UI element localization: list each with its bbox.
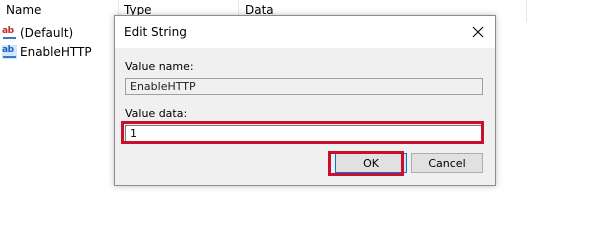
list-item-label: (Default): [20, 26, 74, 40]
dialog-title: Edit String: [124, 25, 187, 39]
close-icon: [472, 26, 484, 38]
close-button[interactable]: [461, 16, 495, 48]
edit-string-dialog: Edit String Value name: EnableHTTP Value…: [114, 15, 496, 186]
string-value-icon: ab: [2, 26, 17, 40]
string-value-icon: ab: [2, 45, 17, 59]
value-name-label: Value name:: [125, 60, 194, 73]
ok-button[interactable]: OK: [335, 153, 407, 173]
list-item-default[interactable]: ab (Default): [2, 24, 73, 42]
list-item-label: EnableHTTP: [20, 45, 92, 59]
dialog-titlebar[interactable]: Edit String: [115, 16, 495, 48]
value-data-input[interactable]: 1: [125, 125, 483, 142]
column-separator[interactable]: [526, 0, 527, 22]
cancel-button[interactable]: Cancel: [411, 153, 483, 173]
value-data-label: Value data:: [125, 107, 188, 120]
value-name-field: EnableHTTP: [125, 78, 483, 95]
list-item-enablehttp[interactable]: ab EnableHTTP: [2, 43, 92, 61]
column-header-name[interactable]: Name: [6, 3, 41, 17]
